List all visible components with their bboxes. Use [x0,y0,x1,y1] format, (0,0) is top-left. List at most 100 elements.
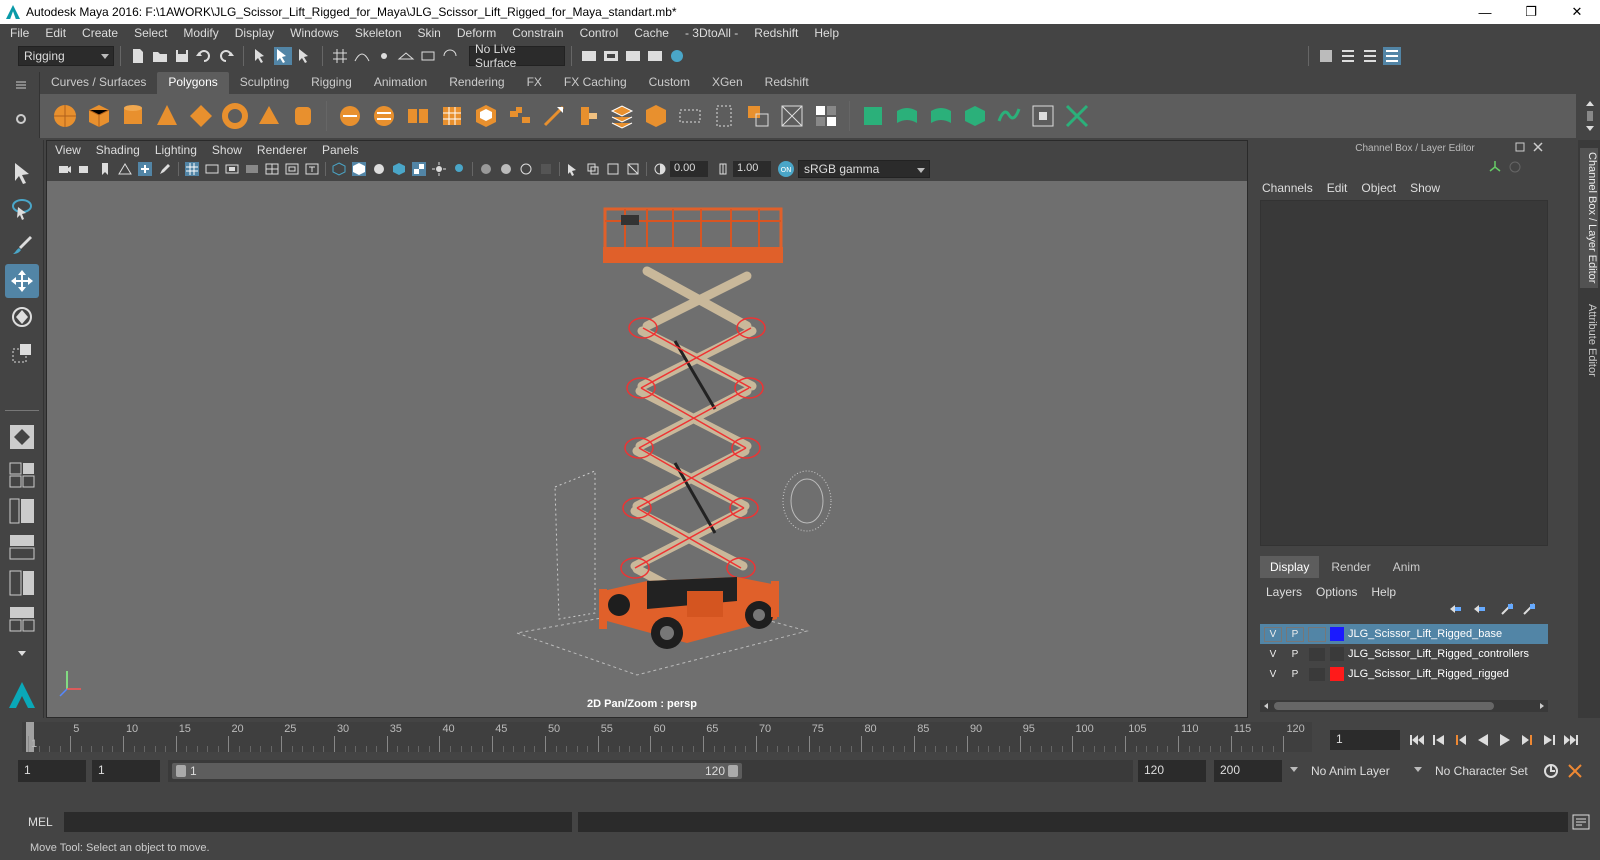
snap-surface-icon[interactable] [419,47,437,65]
extrude-icon[interactable] [473,103,499,129]
grid-toggle-icon[interactable] [185,162,199,176]
wireframe-on-shaded-icon[interactable] [392,162,406,176]
range-slider[interactable]: 1 120 [168,760,1133,782]
layer-playback-toggle[interactable]: P [1286,626,1304,642]
poly-cube-icon[interactable] [86,103,112,129]
channel-box-menu-show[interactable]: Show [1410,181,1440,195]
go-to-start-button[interactable] [1406,731,1428,749]
anim-layer-dropdown[interactable]: No Anim Layer [1288,760,1406,782]
command-input[interactable] [64,812,572,832]
undo-icon[interactable] [195,47,213,65]
poly-pyramid-icon[interactable] [256,103,282,129]
viewport-menu-renderer[interactable]: Renderer [257,143,307,157]
grease-pencil-icon[interactable] [158,162,172,176]
rotate-tool[interactable] [5,300,39,334]
side-tab-attribute-editor[interactable]: Attribute Editor [1580,300,1598,390]
perspective-viewport[interactable]: 2D Pan/Zoom : persp [47,181,1247,717]
shelf-tab-fx-caching[interactable]: FX Caching [553,72,638,94]
four-view-layout[interactable] [5,458,39,492]
scene-end-field[interactable]: 200 [1214,760,1282,782]
move-layer-up-icon[interactable] [1448,602,1462,616]
layer-row[interactable]: V P JLG_Scissor_Lift_Rigged_base [1260,624,1548,644]
snap-plane-icon[interactable] [397,47,415,65]
select-hierarchy-icon[interactable] [252,47,270,65]
shelf-tab-curves-surfaces[interactable]: Curves / Surfaces [40,72,157,94]
single-perspective-layout[interactable] [5,420,39,454]
layer-playback-toggle[interactable]: P [1286,646,1304,662]
menu-constrain[interactable]: Constrain [512,26,563,40]
shelf-scroll-icon[interactable] [1584,98,1596,134]
close-panel-icon[interactable] [1532,141,1544,153]
open-scene-icon[interactable] [151,47,169,65]
2d-pan-zoom-icon[interactable] [138,162,152,176]
menu-control[interactable]: Control [580,26,619,40]
step-back-frame-button[interactable] [1450,731,1472,749]
save-scene-icon[interactable] [173,47,191,65]
close-button[interactable]: ✕ [1554,0,1600,24]
script-editor-icon[interactable] [1572,814,1590,830]
layer-tab-display[interactable]: Display [1260,556,1320,578]
menu-display[interactable]: Display [235,26,274,40]
channel-box-toggle-icon[interactable] [1383,47,1401,65]
scene-start-field[interactable]: 1 [18,760,86,782]
snap-view-icon[interactable] [441,47,459,65]
poly-sphere-icon[interactable] [52,103,78,129]
smooth-shade-icon[interactable] [352,162,366,176]
maya-home-button[interactable] [5,678,39,712]
menu-modify[interactable]: Modify [183,26,218,40]
uv-editor-icon[interactable] [745,103,771,129]
render-view-icon[interactable] [646,47,664,65]
playback-end-field[interactable]: 120 [1138,760,1206,782]
layer-color-swatch[interactable] [1330,667,1344,681]
motion-blur-icon[interactable] [499,162,513,176]
new-layer-icon[interactable] [1500,602,1514,616]
redshift-box-icon[interactable] [962,103,988,129]
textured-icon[interactable] [412,162,426,176]
xray-icon[interactable] [586,162,600,176]
poly-cone-icon[interactable] [154,103,180,129]
layout-options-button[interactable] [5,636,39,670]
step-back-key-button[interactable] [1428,731,1450,749]
move-layer-down-icon[interactable] [1472,602,1486,616]
wireframe-icon[interactable] [332,162,346,176]
new-scene-icon[interactable] [129,47,147,65]
viewport-menu-show[interactable]: Show [212,143,242,157]
viewport-menu-lighting[interactable]: Lighting [155,143,197,157]
snap-curve-icon[interactable] [353,47,371,65]
redshift-mesh-icon[interactable] [894,103,920,129]
persp-hypershade-layout[interactable] [5,566,39,600]
shelf-tab-custom[interactable]: Custom [638,72,701,94]
character-set-dropdown[interactable]: No Character Set [1412,760,1536,782]
scroll-right-icon[interactable] [1538,702,1546,710]
use-all-lights-icon[interactable] [432,162,446,176]
gamma-icon[interactable] [716,162,730,176]
animation-preferences-icon[interactable] [1566,762,1584,780]
play-backward-button[interactable] [1472,731,1494,749]
layer-row[interactable]: V P JLG_Scissor_Lift_Rigged_rigged [1260,664,1548,684]
redshift-proxy-icon[interactable] [928,103,954,129]
layer-menu-options[interactable]: Options [1316,585,1357,599]
step-forward-frame-button[interactable] [1516,731,1538,749]
ipr-render-icon[interactable] [624,47,642,65]
default-material-icon[interactable] [372,162,386,176]
step-forward-key-button[interactable] [1538,731,1560,749]
minimize-button[interactable]: — [1462,0,1508,24]
viewport-menu-view[interactable]: View [55,143,81,157]
layer-tab-render[interactable]: Render [1321,556,1380,578]
menu-windows[interactable]: Windows [290,26,339,40]
redshift-grid-icon[interactable] [1030,103,1056,129]
uv-shell-icon[interactable] [813,103,839,129]
layer-display-type-toggle[interactable] [1308,646,1326,662]
menu-create[interactable]: Create [82,26,118,40]
bookmark-icon[interactable] [98,162,112,176]
float-panel-icon[interactable] [1514,141,1526,153]
extract-icon[interactable] [405,103,431,129]
menu-edit[interactable]: Edit [45,26,66,40]
layer-menu-help[interactable]: Help [1371,585,1396,599]
layer-visibility-toggle[interactable]: V [1264,646,1282,662]
fill-hole-icon[interactable] [643,103,669,129]
current-frame-field[interactable]: 1 [1330,730,1400,750]
channel-box-menu-object[interactable]: Object [1361,181,1396,195]
layer-playback-toggle[interactable]: P [1286,666,1304,682]
poly-cylinder-icon[interactable] [120,103,146,129]
